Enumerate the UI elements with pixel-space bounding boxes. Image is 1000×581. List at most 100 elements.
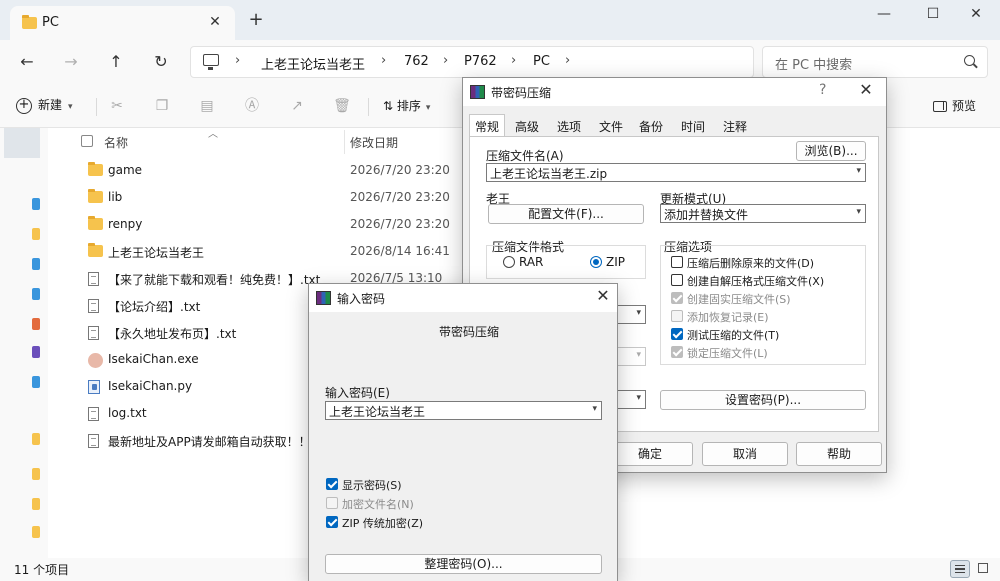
rar-radio[interactable] bbox=[503, 256, 515, 268]
update-mode-select[interactable]: 添加并替换文件 ▾ bbox=[660, 204, 866, 223]
cut-icon[interactable]: ✂ bbox=[107, 96, 127, 116]
chevron-right-icon: › bbox=[511, 53, 517, 68]
chevron-right-icon: › bbox=[443, 53, 449, 68]
tab-backup[interactable]: 备份 bbox=[639, 118, 663, 135]
explorer-tab[interactable]: PC ✕ bbox=[10, 6, 235, 40]
column-name[interactable]: 名称 bbox=[104, 134, 128, 151]
chevron-down-icon: ▾ bbox=[425, 103, 431, 113]
file-name: renpy bbox=[108, 217, 143, 231]
details-view-button[interactable] bbox=[950, 560, 970, 578]
tab-time[interactable]: 时间 bbox=[681, 118, 705, 135]
zip-radio[interactable] bbox=[590, 256, 602, 268]
set-password-button[interactable]: 设置密码(P)... bbox=[660, 390, 866, 410]
nav-item-icon[interactable] bbox=[32, 228, 40, 240]
cancel-button[interactable]: 取消 bbox=[702, 442, 788, 466]
chevron-down-icon: ▾ bbox=[636, 308, 641, 318]
tab-advanced[interactable]: 高级 bbox=[515, 118, 539, 135]
tiles-view-button[interactable] bbox=[974, 560, 994, 578]
close-window-button[interactable]: ✕ bbox=[954, 0, 998, 30]
breadcrumb-item[interactable]: 上老王论坛当老王 bbox=[261, 54, 365, 73]
browse-button[interactable]: 浏览(B)... bbox=[796, 141, 866, 161]
sort-button[interactable]: ⇅ 排序 ▾ bbox=[383, 97, 430, 114]
password-dialog-title: 输入密码 bbox=[337, 292, 386, 306]
tab-general[interactable]: 常规 bbox=[475, 118, 499, 135]
refresh-button[interactable]: ↻ bbox=[149, 50, 173, 74]
address-bar[interactable]: › 上老王论坛当老王 › 762 › P762 › PC › bbox=[190, 46, 754, 78]
breadcrumb-item[interactable]: P762 bbox=[464, 54, 497, 69]
copy-icon[interactable]: ❐ bbox=[152, 96, 172, 116]
breadcrumb-item[interactable]: PC bbox=[533, 54, 550, 69]
chevron-down-icon: ▾ bbox=[68, 102, 73, 112]
organize-passwords-button[interactable]: 整理密码(O)... bbox=[325, 554, 602, 574]
file-date: 2026/7/20 23:20 bbox=[350, 190, 450, 204]
tab-options[interactable]: 选项 bbox=[557, 118, 581, 135]
nav-item-icon[interactable] bbox=[32, 198, 40, 210]
password-input[interactable]: 上老王论坛当老王 ▾ bbox=[325, 401, 602, 420]
nav-item-icon[interactable] bbox=[32, 346, 40, 358]
profile-button[interactable]: 配置文件(F)... bbox=[488, 204, 644, 224]
password-dialog-titlebar: 输入密码 ✕ bbox=[309, 284, 617, 312]
computer-icon bbox=[203, 54, 219, 70]
recovery-record-label: 添加恢复记录(E) bbox=[687, 311, 769, 324]
zip-legacy-checkbox[interactable] bbox=[326, 516, 338, 528]
preview-label: 预览 bbox=[952, 99, 977, 113]
minimize-button[interactable]: — bbox=[862, 0, 906, 30]
file-name: 上老王论坛当老王 bbox=[108, 246, 205, 260]
back-button[interactable]: ← bbox=[15, 50, 39, 74]
search-icon bbox=[964, 55, 975, 66]
ok-button[interactable]: 确定 bbox=[607, 442, 693, 466]
toolbar-divider bbox=[96, 98, 97, 116]
folder-icon bbox=[88, 189, 103, 203]
sfx-checkbox[interactable] bbox=[671, 274, 683, 286]
forward-button[interactable]: → bbox=[59, 50, 83, 74]
maximize-button[interactable]: ☐ bbox=[911, 0, 955, 30]
close-icon[interactable]: ✕ bbox=[856, 80, 876, 99]
nav-item-icon[interactable] bbox=[32, 433, 40, 445]
nav-item-icon[interactable] bbox=[32, 498, 40, 510]
help-icon[interactable]: ? bbox=[819, 82, 826, 98]
share-icon[interactable]: ↗ bbox=[287, 96, 307, 116]
text-file-icon bbox=[88, 272, 99, 286]
file-name: IsekaiChan.py bbox=[108, 379, 193, 393]
breadcrumb-item[interactable]: 762 bbox=[404, 54, 429, 69]
zip-label: ZIP bbox=[606, 255, 625, 269]
tab-comment[interactable]: 注释 bbox=[723, 118, 747, 135]
lock-archive-label: 锁定压缩文件(L) bbox=[687, 347, 768, 360]
nav-item-icon[interactable] bbox=[32, 318, 40, 330]
show-password-checkbox[interactable] bbox=[326, 478, 338, 490]
close-tab-icon[interactable]: ✕ bbox=[205, 12, 225, 32]
nav-item-icon[interactable] bbox=[32, 376, 40, 388]
file-date: 2026/7/20 23:20 bbox=[350, 163, 450, 177]
nav-item-icon[interactable] bbox=[32, 288, 40, 300]
navigation-selected-item[interactable] bbox=[4, 128, 40, 158]
archive-name-combo[interactable]: 上老王论坛当老王.zip ▾ bbox=[486, 163, 866, 182]
select-all-checkbox[interactable] bbox=[81, 135, 93, 147]
chevron-right-icon: › bbox=[565, 53, 571, 68]
preview-button[interactable]: 预览 bbox=[933, 97, 976, 114]
close-icon[interactable]: ✕ bbox=[593, 286, 613, 305]
new-tab-button[interactable]: + bbox=[246, 10, 266, 30]
help-button[interactable]: 帮助 bbox=[796, 442, 882, 466]
delete-after-checkbox[interactable] bbox=[671, 256, 683, 268]
paste-icon[interactable]: ▤ bbox=[197, 96, 217, 116]
nav-item-icon[interactable] bbox=[32, 258, 40, 270]
chevron-right-icon: › bbox=[381, 53, 387, 68]
tab-title: PC bbox=[42, 15, 59, 30]
column-divider[interactable] bbox=[344, 130, 345, 154]
new-button[interactable]: + 新建 ▾ bbox=[16, 96, 73, 114]
test-files-checkbox[interactable] bbox=[671, 328, 683, 340]
archive-dialog-titlebar: 带密码压缩 ? ✕ bbox=[463, 78, 886, 106]
rename-icon[interactable]: Ⓐ bbox=[242, 96, 262, 116]
nav-item-icon[interactable] bbox=[32, 526, 40, 538]
solid-checkbox bbox=[671, 292, 683, 304]
new-label: 新建 bbox=[38, 98, 63, 112]
up-button[interactable]: ↑ bbox=[104, 50, 128, 74]
sort-icon: ⇅ bbox=[383, 99, 397, 113]
search-input[interactable]: 在 PC 中搜索 bbox=[762, 46, 988, 78]
delete-icon[interactable]: 🗑 bbox=[332, 96, 352, 116]
column-date[interactable]: 修改日期 bbox=[350, 134, 398, 151]
password-dialog-heading: 带密码压缩 bbox=[439, 325, 500, 339]
password-value: 上老王论坛当老王 bbox=[329, 405, 426, 419]
nav-item-icon[interactable] bbox=[32, 468, 40, 480]
tab-files[interactable]: 文件 bbox=[599, 118, 623, 135]
